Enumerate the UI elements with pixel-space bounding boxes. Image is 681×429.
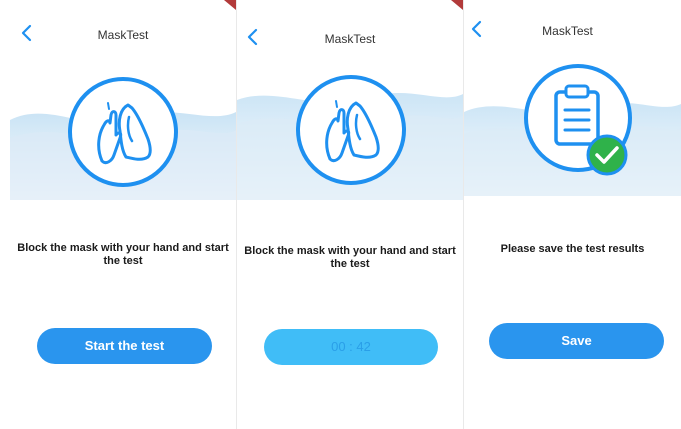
app-header: MaskTest [237,0,463,46]
screen-start: MaskTest Block the mask with your hand a… [10,0,236,429]
page-title: MaskTest [542,24,593,38]
app-header: MaskTest [10,0,236,46]
save-button[interactable]: Save [489,323,664,359]
timer-display: 00 : 42 [264,329,438,365]
screen-save: MaskTest Please save the test results Sa… [464,0,681,429]
corner-mark [224,0,236,10]
page-title: MaskTest [97,28,149,42]
instruction-text: Block the mask with your hand and start … [17,242,229,267]
instruction-text: Block the mask with your hand and start … [244,245,456,270]
page-title: MaskTest [324,32,376,46]
check-badge-icon [586,134,628,176]
lungs-hand-icon [68,77,178,187]
app-header: MaskTest [464,0,681,46]
corner-mark [451,0,463,10]
lungs-hand-icon [296,75,406,185]
instruction-text: Please save the test results [500,243,645,255]
start-test-button[interactable]: Start the test [37,328,212,364]
screen-timer: MaskTest Block the mask with your hand a… [237,0,463,429]
